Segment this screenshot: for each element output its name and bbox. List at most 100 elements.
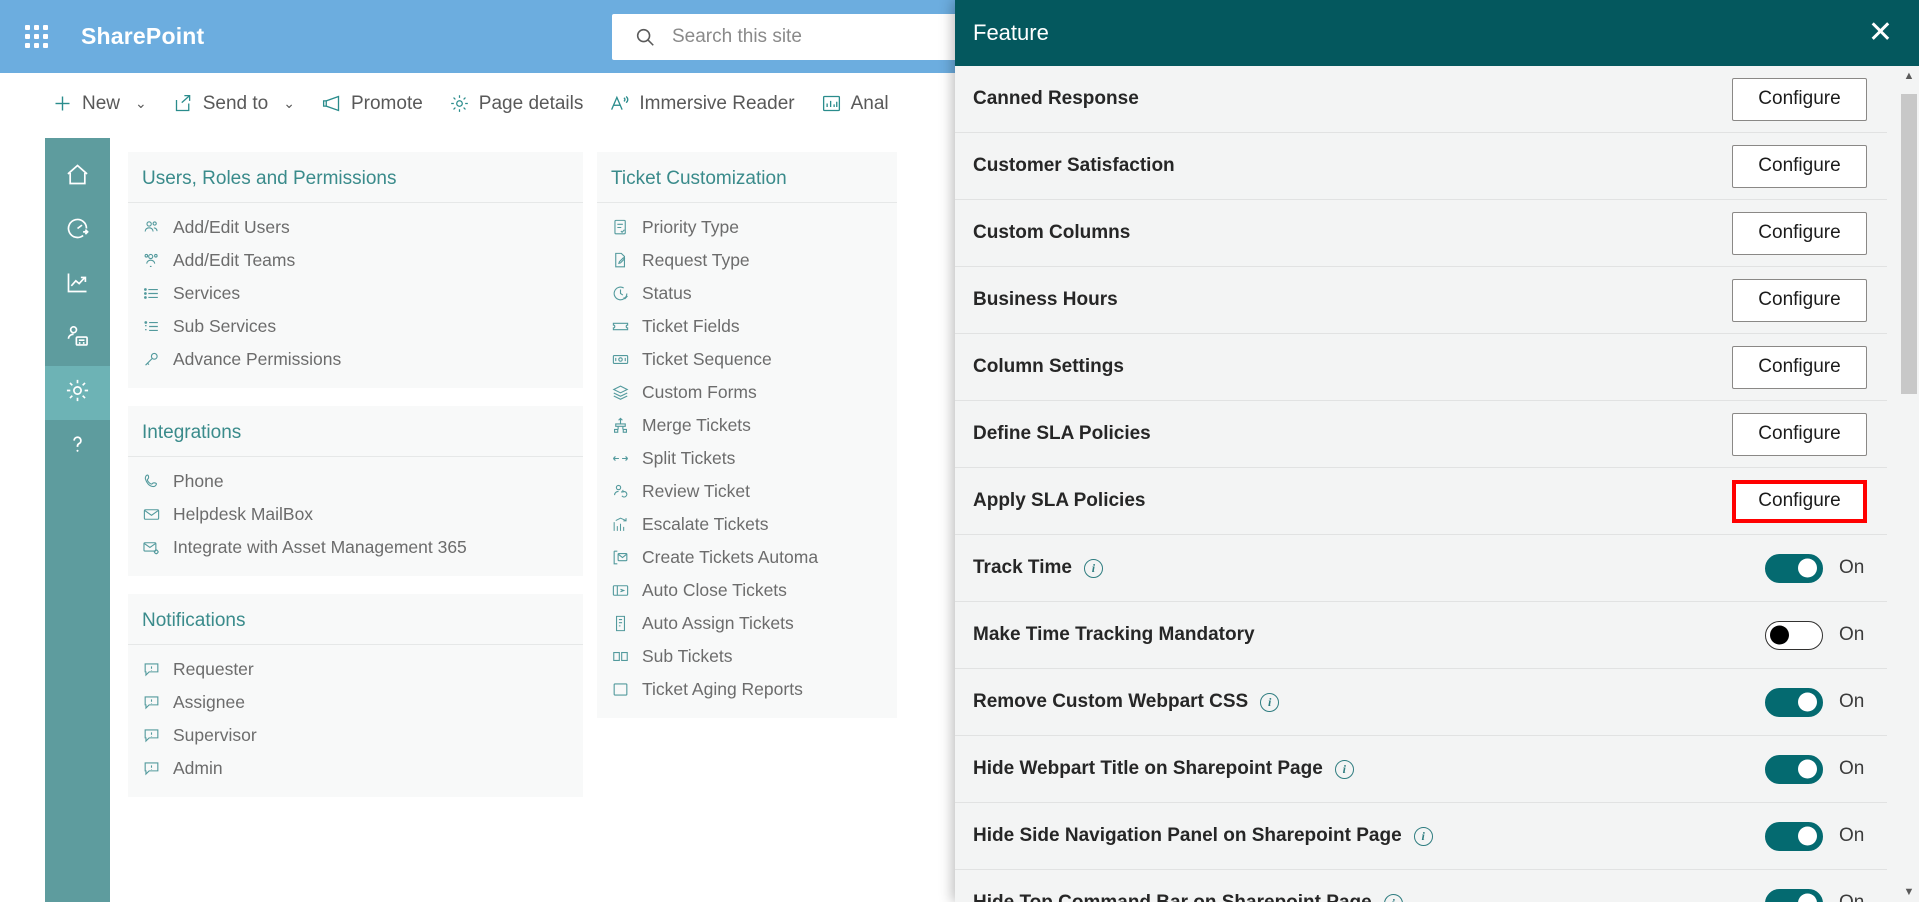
settings-link-status[interactable]: Status	[597, 277, 897, 310]
settings-link-phone[interactable]: Phone	[128, 465, 583, 498]
settings-link-auto-close-tickets[interactable]: Auto Close Tickets	[597, 574, 897, 607]
configure-button-highlighted[interactable]: Configure	[1732, 479, 1867, 523]
feature-label-text: Hide Webpart Title on Sharepoint Page	[973, 758, 1323, 779]
scroll-up-arrow[interactable]: ▲	[1899, 66, 1919, 86]
settings-link-assignee[interactable]: Assignee	[128, 686, 583, 719]
settings-link-add-edit-users[interactable]: Add/Edit Users	[128, 211, 583, 244]
settings-link-services[interactable]: Services	[128, 277, 583, 310]
sub-tickets-icon	[611, 647, 631, 666]
feature-row: Hide Side Navigation Panel on Sharepoint…	[955, 803, 1887, 870]
settings-link-admin[interactable]: Admin	[128, 752, 583, 785]
feature-toggle[interactable]	[1765, 687, 1823, 717]
auto-assign-icon	[611, 614, 631, 633]
phone-icon	[142, 472, 162, 491]
priority-icon	[611, 218, 631, 237]
toggle-group: On	[1765, 687, 1867, 717]
sidebar-item-agents[interactable]	[45, 312, 110, 366]
info-icon[interactable]: i	[1334, 759, 1354, 779]
home-icon	[64, 161, 91, 193]
command-send-to[interactable]: Send to ⌄	[165, 87, 303, 121]
settings-link-request-type[interactable]: Request Type	[597, 244, 897, 277]
feature-label: Canned Response	[973, 88, 1139, 109]
settings-link-helpdesk-mailbox[interactable]: Helpdesk MailBox	[128, 498, 583, 531]
sidebar-item-settings[interactable]	[45, 366, 110, 420]
card-title: Notifications	[128, 594, 583, 645]
settings-link-label: Custom Forms	[642, 382, 757, 402]
feature-toggle[interactable]	[1765, 888, 1823, 902]
scrollbar-thumb[interactable]	[1901, 94, 1917, 394]
settings-link-split-tickets[interactable]: Split Tickets	[597, 442, 897, 475]
sidebar-item-help[interactable]	[45, 420, 110, 474]
info-icon[interactable]: i	[1413, 826, 1433, 846]
feature-label: Hide Side Navigation Panel on Sharepoint…	[973, 825, 1433, 847]
close-icon[interactable]: ✕	[1868, 18, 1893, 48]
scroll-down-arrow[interactable]: ▼	[1899, 882, 1919, 902]
settings-link-supervisor[interactable]: Supervisor	[128, 719, 583, 752]
info-icon[interactable]: i	[1383, 893, 1403, 902]
configure-button[interactable]: Configure	[1732, 278, 1867, 322]
sidebar-item-home[interactable]	[45, 150, 110, 204]
feature-row: Apply SLA Policies Configure	[955, 468, 1887, 535]
comment-icon	[142, 693, 162, 712]
command-new[interactable]: New ⌄	[44, 87, 155, 121]
settings-link-requester[interactable]: Requester	[128, 653, 583, 686]
feature-label: Business Hours	[973, 289, 1118, 310]
command-analytics[interactable]: Anal	[813, 87, 897, 121]
configure-button[interactable]: Configure	[1732, 144, 1867, 188]
chevron-down-icon: ⌄	[283, 95, 295, 111]
settings-link-label: Add/Edit Users	[173, 217, 290, 237]
toggle-state-label: On	[1839, 624, 1865, 645]
settings-link-priority-type[interactable]: Priority Type	[597, 211, 897, 244]
toggle-state-label: On	[1839, 557, 1865, 578]
feature-panel: Feature ✕ Canned Response Configure Cust…	[955, 0, 1919, 902]
gear-icon	[449, 93, 470, 114]
command-promote[interactable]: Promote	[313, 87, 431, 121]
settings-link-ticket-aging-reports[interactable]: Ticket Aging Reports	[597, 673, 897, 706]
feature-row: Make Time Tracking Mandatory On	[955, 602, 1887, 669]
sidebar-item-reports[interactable]	[45, 258, 110, 312]
feature-label: Customer Satisfaction	[973, 155, 1175, 176]
command-immersive-reader[interactable]: Immersive Reader	[601, 87, 802, 121]
feature-row: Define SLA Policies Configure	[955, 401, 1887, 468]
configure-button[interactable]: Configure	[1732, 211, 1867, 255]
command-page-details[interactable]: Page details	[441, 87, 592, 121]
question-mark-icon	[64, 431, 91, 463]
comment-icon	[142, 759, 162, 778]
feature-label: Hide Top Command Bar on Sharepoint Page …	[973, 892, 1403, 902]
feature-toggle[interactable]	[1765, 553, 1823, 583]
app-launcher-icon[interactable]	[0, 0, 73, 73]
list-icon	[142, 284, 162, 303]
suite-title[interactable]: SharePoint	[81, 23, 204, 50]
feature-row: Hide Webpart Title on Sharepoint Page i …	[955, 736, 1887, 803]
settings-link-auto-assign-tickets[interactable]: Auto Assign Tickets	[597, 607, 897, 640]
settings-link-custom-forms[interactable]: Custom Forms	[597, 376, 897, 409]
info-icon[interactable]: i	[1083, 558, 1103, 578]
configure-button[interactable]: Configure	[1732, 77, 1867, 121]
panel-scrollbar[interactable]: ▲ ▼	[1899, 66, 1919, 902]
feature-row: Customer Satisfaction Configure	[955, 133, 1887, 200]
sidebar-item-dashboard[interactable]	[45, 204, 110, 258]
settings-link-merge-tickets[interactable]: Merge Tickets	[597, 409, 897, 442]
settings-link-integrate-asset-management[interactable]: Integrate with Asset Management 365	[128, 531, 583, 564]
settings-link-ticket-sequence[interactable]: Ticket Sequence	[597, 343, 897, 376]
feature-toggle[interactable]	[1765, 620, 1823, 650]
settings-link-label: Assignee	[173, 692, 245, 712]
feature-toggle[interactable]	[1765, 821, 1823, 851]
feature-toggle[interactable]	[1765, 754, 1823, 784]
settings-link-ticket-fields[interactable]: Ticket Fields	[597, 310, 897, 343]
settings-link-sub-services[interactable]: Sub Services	[128, 310, 583, 343]
feature-label-text: Remove Custom Webpart CSS	[973, 691, 1249, 712]
settings-link-advance-permissions[interactable]: Advance Permissions	[128, 343, 583, 376]
settings-link-label: Merge Tickets	[642, 415, 751, 435]
mail-gear-icon	[142, 538, 162, 557]
users-icon	[142, 218, 162, 237]
configure-button[interactable]: Configure	[1732, 412, 1867, 456]
info-icon[interactable]: i	[1260, 692, 1280, 712]
settings-link-add-edit-teams[interactable]: Add/Edit Teams	[128, 244, 583, 277]
settings-link-escalate-tickets[interactable]: Escalate Tickets	[597, 508, 897, 541]
configure-button[interactable]: Configure	[1732, 345, 1867, 389]
settings-link-sub-tickets[interactable]: Sub Tickets	[597, 640, 897, 673]
settings-link-review-ticket[interactable]: Review Ticket	[597, 475, 897, 508]
settings-link-create-tickets-automatically[interactable]: Create Tickets Automa	[597, 541, 897, 574]
line-chart-icon	[64, 269, 91, 301]
